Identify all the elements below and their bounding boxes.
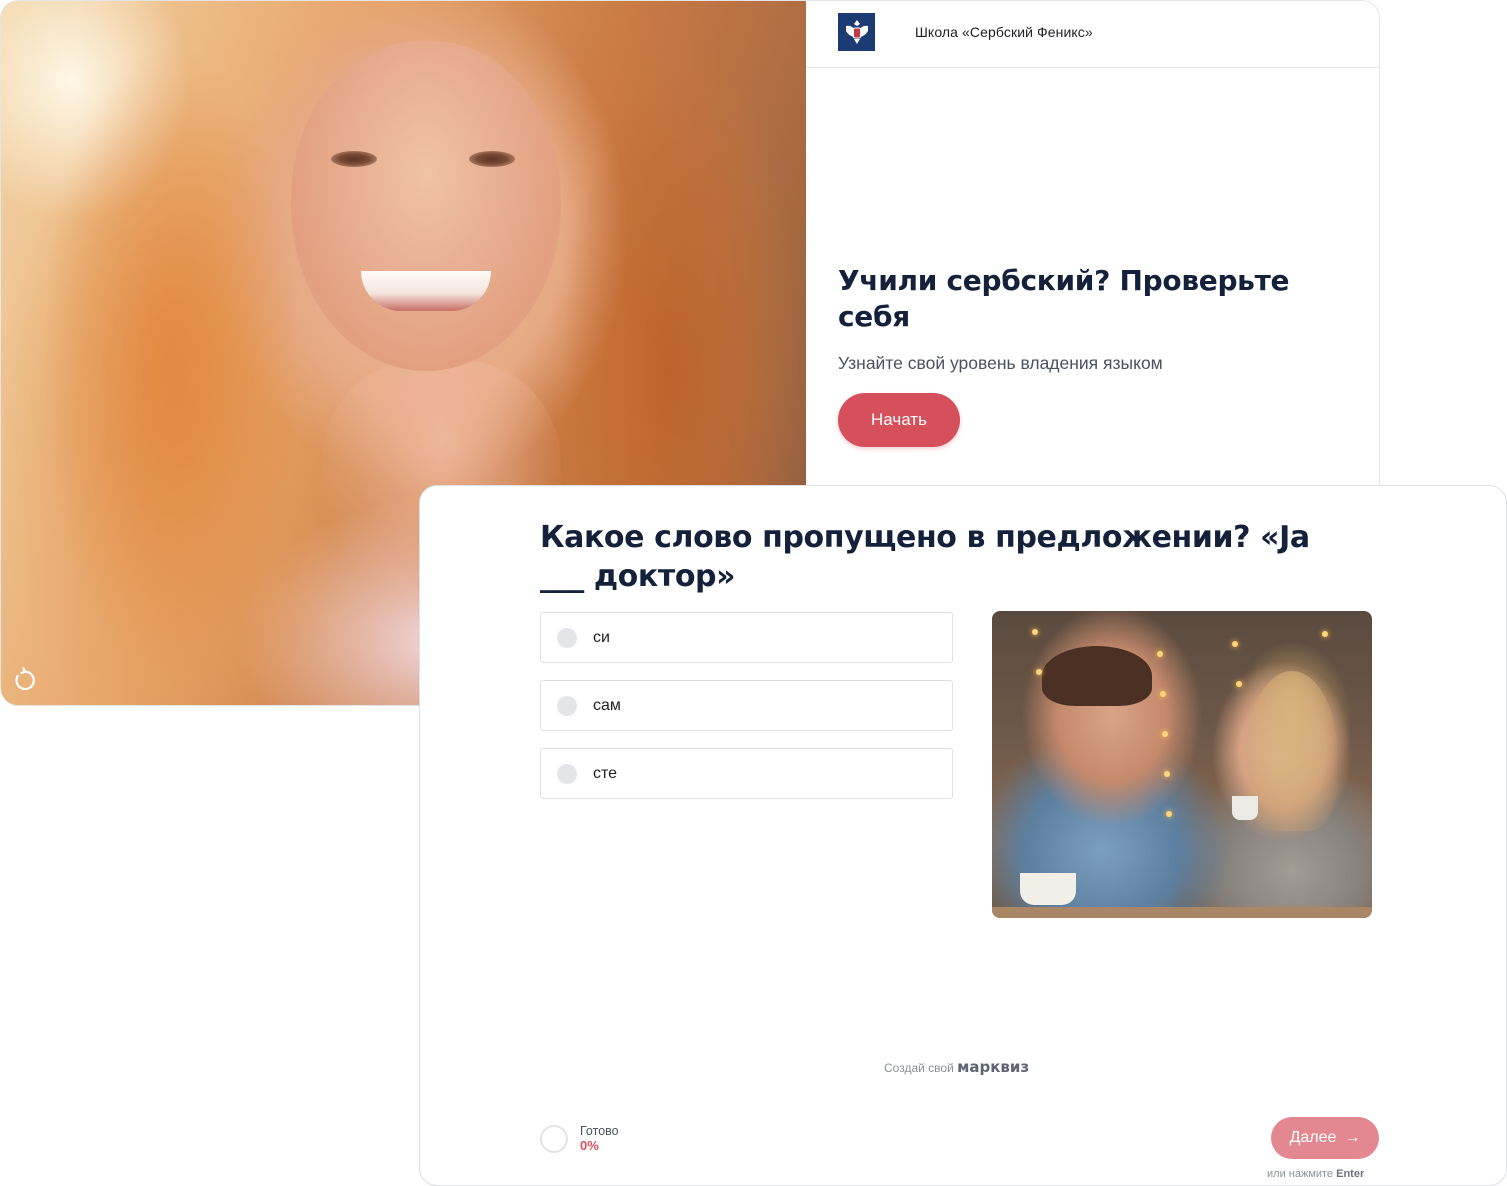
start-subtitle: Узнайте свой уровень владения языком (838, 353, 1163, 373)
option-label: си (593, 628, 610, 646)
question-title: Какое слово пропущено в предложении? «Ja… (540, 520, 1310, 594)
answer-option[interactable]: сам (540, 680, 953, 731)
progress-label: Готово (580, 1124, 619, 1138)
arrow-right-icon: → (1344, 1129, 1361, 1146)
radio-button[interactable] (557, 627, 577, 648)
radio-button[interactable] (557, 695, 577, 716)
start-header: Школа «Сербский Феникс» (806, 1, 1379, 68)
made-with-prefix: Создай свой (884, 1061, 954, 1075)
answer-option[interactable]: сте (540, 748, 953, 799)
next-button-label: Далее (1289, 1129, 1337, 1146)
option-label: сам (593, 696, 621, 714)
option-label: сте (593, 764, 618, 782)
radio-button[interactable] (557, 763, 577, 784)
start-content: Учили сербский? Проверьте себя Узнайте с… (838, 263, 1318, 447)
next-button[interactable]: Далее → (1271, 1117, 1379, 1159)
progress-indicator: Готово 0% (540, 1124, 619, 1154)
answer-options: си сам сте (540, 612, 953, 816)
question-photo-couple-cafe (992, 611, 1372, 918)
made-with-link[interactable]: Создай свой марквиз (884, 1058, 1029, 1076)
start-button[interactable]: Начать (838, 393, 960, 447)
refresh-icon[interactable] (11, 667, 37, 693)
school-name: Школа «Сербский Феникс» (915, 24, 1093, 40)
question-screen-card: Какое слово пропущено в предложении? «Ja… (419, 485, 1507, 1186)
progress-value: 0% (580, 1138, 599, 1153)
start-title: Учили сербский? Проверьте себя (838, 264, 1290, 333)
brand-logo: марквиз (957, 1058, 1030, 1076)
enter-hint-prefix: или нажмите (1267, 1168, 1334, 1180)
enter-hint: или нажмите Enter (1267, 1168, 1364, 1180)
progress-ring (540, 1125, 568, 1153)
enter-key-label: Enter (1336, 1168, 1365, 1180)
answer-option[interactable]: си (540, 612, 953, 663)
eagle-crest-icon (838, 13, 875, 51)
